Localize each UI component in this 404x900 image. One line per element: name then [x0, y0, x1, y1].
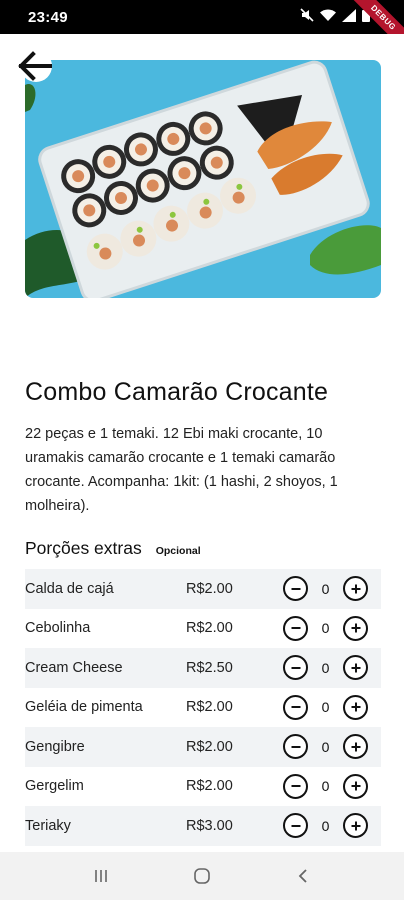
- quantity-value: 0: [321, 699, 330, 716]
- minus-icon: [291, 666, 300, 669]
- extra-item-price: R$2.00: [186, 620, 233, 637]
- decrease-button[interactable]: [283, 576, 308, 602]
- quantity-stepper: 0: [283, 694, 368, 720]
- extra-item-row: Cream Cheese R$2.50 0: [25, 648, 381, 688]
- decrease-button[interactable]: [283, 694, 308, 720]
- increase-button[interactable]: [343, 576, 368, 602]
- extra-item-name: Gengibre: [25, 738, 85, 755]
- increase-button[interactable]: [343, 615, 368, 641]
- extra-item-price: R$3.00: [186, 817, 233, 834]
- home-button[interactable]: [172, 856, 232, 896]
- plus-icon: [351, 781, 360, 791]
- extra-item-name: Cebolinha: [25, 620, 91, 637]
- back-button[interactable]: [12, 47, 56, 87]
- extra-item-name: Teriaky: [25, 817, 71, 834]
- recent-apps-icon: [94, 870, 107, 882]
- extra-item-row: Teriaky R$3.00 0: [25, 806, 381, 846]
- minus-icon: [291, 745, 300, 748]
- signal-icon: [342, 8, 356, 22]
- decrease-button[interactable]: [283, 615, 308, 641]
- quantity-stepper: 0: [283, 773, 368, 799]
- increase-button[interactable]: [343, 773, 368, 799]
- sushi-tray-illustration: [25, 60, 381, 298]
- extra-item-name: Cream Cheese: [25, 659, 123, 676]
- extra-item-name: Calda de cajá: [25, 580, 114, 597]
- decrease-button[interactable]: [283, 773, 308, 799]
- quantity-stepper: 0: [283, 813, 368, 839]
- product-title: Combo Camarão Crocante: [25, 378, 329, 406]
- decrease-button[interactable]: [283, 813, 308, 839]
- extra-item-price: R$2.00: [186, 580, 233, 597]
- extra-item-row: Geléia de pimenta R$2.00 0: [25, 688, 381, 728]
- extra-item-row: Gengibre R$2.00 0: [25, 727, 381, 767]
- plus-icon: [351, 742, 360, 752]
- extra-item-price: R$2.00: [186, 738, 233, 755]
- status-bar: 23:49 DEBUG: [0, 0, 404, 56]
- minus-icon: [291, 785, 300, 788]
- minus-icon: [291, 706, 300, 709]
- extra-item-price: R$2.00: [186, 699, 233, 716]
- mute-icon: [300, 8, 314, 22]
- extra-item-price: R$2.00: [186, 778, 233, 795]
- quantity-value: 0: [321, 817, 330, 834]
- home-icon: [194, 868, 210, 884]
- back-nav-icon: [299, 869, 307, 883]
- minus-icon: [291, 824, 300, 827]
- extra-item-row: Cebolinha R$2.00 0: [25, 609, 381, 649]
- quantity-value: 0: [321, 580, 330, 597]
- plus-icon: [351, 623, 360, 633]
- extra-item-row: Calda de cajá R$2.00 0: [25, 569, 381, 609]
- extras-list: Calda de cajá R$2.00 0 Cebolinha R$2.00: [25, 569, 381, 846]
- quantity-stepper: 0: [283, 576, 368, 602]
- recent-apps-button[interactable]: [71, 856, 131, 896]
- plus-icon: [351, 663, 360, 673]
- extras-title: Porções extras: [25, 538, 142, 558]
- quantity-stepper: 0: [283, 734, 368, 760]
- product-description: 22 peças e 1 temaki. 12 Ebi maki crocant…: [25, 426, 338, 514]
- status-time: 23:49: [28, 9, 68, 26]
- extra-item-name: Geléia de pimenta: [25, 699, 143, 716]
- quantity-stepper: 0: [283, 615, 368, 641]
- product-detail-page: Combo Camarão Crocante 22 peças e 1 tema…: [0, 34, 404, 852]
- minus-icon: [291, 627, 300, 630]
- quantity-value: 0: [321, 620, 330, 637]
- product-image: [25, 60, 381, 298]
- decrease-button[interactable]: [283, 734, 308, 760]
- plus-icon: [351, 821, 360, 831]
- status-icons: [300, 8, 370, 22]
- extra-item-row: Gergelim R$2.00 0: [25, 767, 381, 807]
- quantity-stepper: 0: [283, 655, 368, 681]
- extras-header: Porções extras Opcional: [25, 538, 201, 559]
- minus-icon: [291, 587, 300, 590]
- extra-item-name: Gergelim: [25, 778, 84, 795]
- plus-icon: [351, 584, 360, 594]
- increase-button[interactable]: [343, 655, 368, 681]
- decrease-button[interactable]: [283, 655, 308, 681]
- increase-button[interactable]: [343, 734, 368, 760]
- increase-button[interactable]: [343, 813, 368, 839]
- quantity-value: 0: [321, 738, 330, 755]
- extra-item-price: R$2.50: [186, 659, 233, 676]
- increase-button[interactable]: [343, 694, 368, 720]
- back-nav-button[interactable]: [273, 856, 333, 896]
- wifi-icon: [320, 9, 336, 21]
- system-nav-bar: [0, 852, 404, 900]
- arrow-left-icon: [18, 50, 52, 81]
- quantity-value: 0: [321, 659, 330, 676]
- plus-icon: [351, 702, 360, 712]
- quantity-value: 0: [321, 778, 330, 795]
- optional-badge: Opcional: [155, 545, 201, 557]
